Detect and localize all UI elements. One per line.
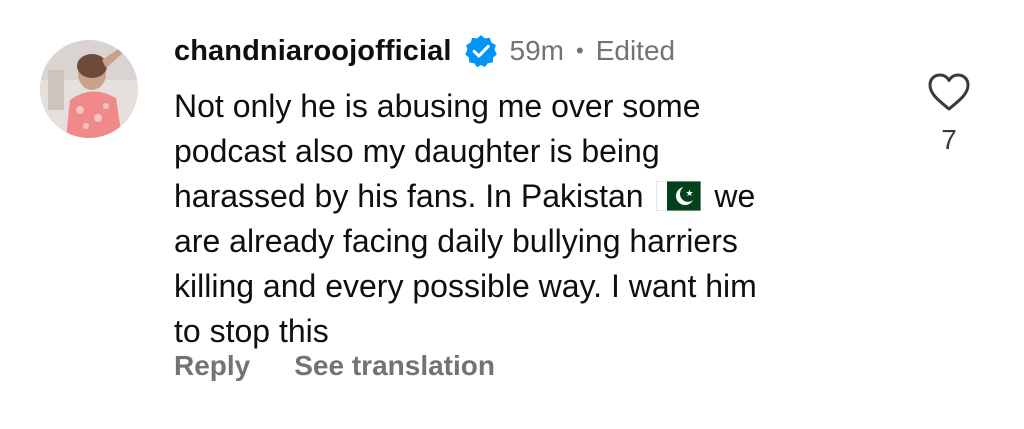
comment-line-part: we: [714, 178, 756, 214]
edited-label: Edited: [595, 35, 676, 66]
comment-header: chandniaroojofficial 59m • Edited: [174, 28, 675, 74]
comment-line: killing and every possible way. I want h…: [174, 268, 757, 304]
comment-line: are already facing daily bullying harrie…: [174, 223, 738, 259]
reply-button[interactable]: Reply: [174, 350, 250, 382]
comment-line-part: harassed by his fans. In Pakistan: [174, 178, 644, 214]
avatar-image: [40, 40, 138, 138]
separator-dot: •: [576, 38, 584, 63]
like-group: 7: [926, 72, 972, 156]
comment-line: to stop this: [174, 313, 329, 349]
verified-badge-icon: [464, 34, 498, 68]
pakistan-flag-icon: [655, 178, 702, 212]
comment-text: Not only he is abusing me over some podc…: [174, 84, 894, 354]
comment-line-with-flag: harassed by his fans. In Pakistan we: [174, 174, 894, 219]
comment-line: podcast also my daughter is being: [174, 133, 660, 169]
like-count: 7: [941, 124, 957, 155]
comment-item: chandniaroojofficial 59m • Edited Not on…: [0, 0, 1024, 429]
avatar[interactable]: [40, 40, 138, 138]
comment-meta: 59m • Edited: [510, 35, 676, 67]
comment-line: Not only he is abusing me over some: [174, 88, 701, 124]
comment-actions: Reply See translation: [174, 350, 495, 382]
timestamp: 59m: [509, 35, 564, 66]
heart-icon[interactable]: [926, 72, 972, 112]
username-link[interactable]: chandniaroojofficial: [174, 35, 452, 68]
see-translation-button[interactable]: See translation: [294, 350, 495, 382]
